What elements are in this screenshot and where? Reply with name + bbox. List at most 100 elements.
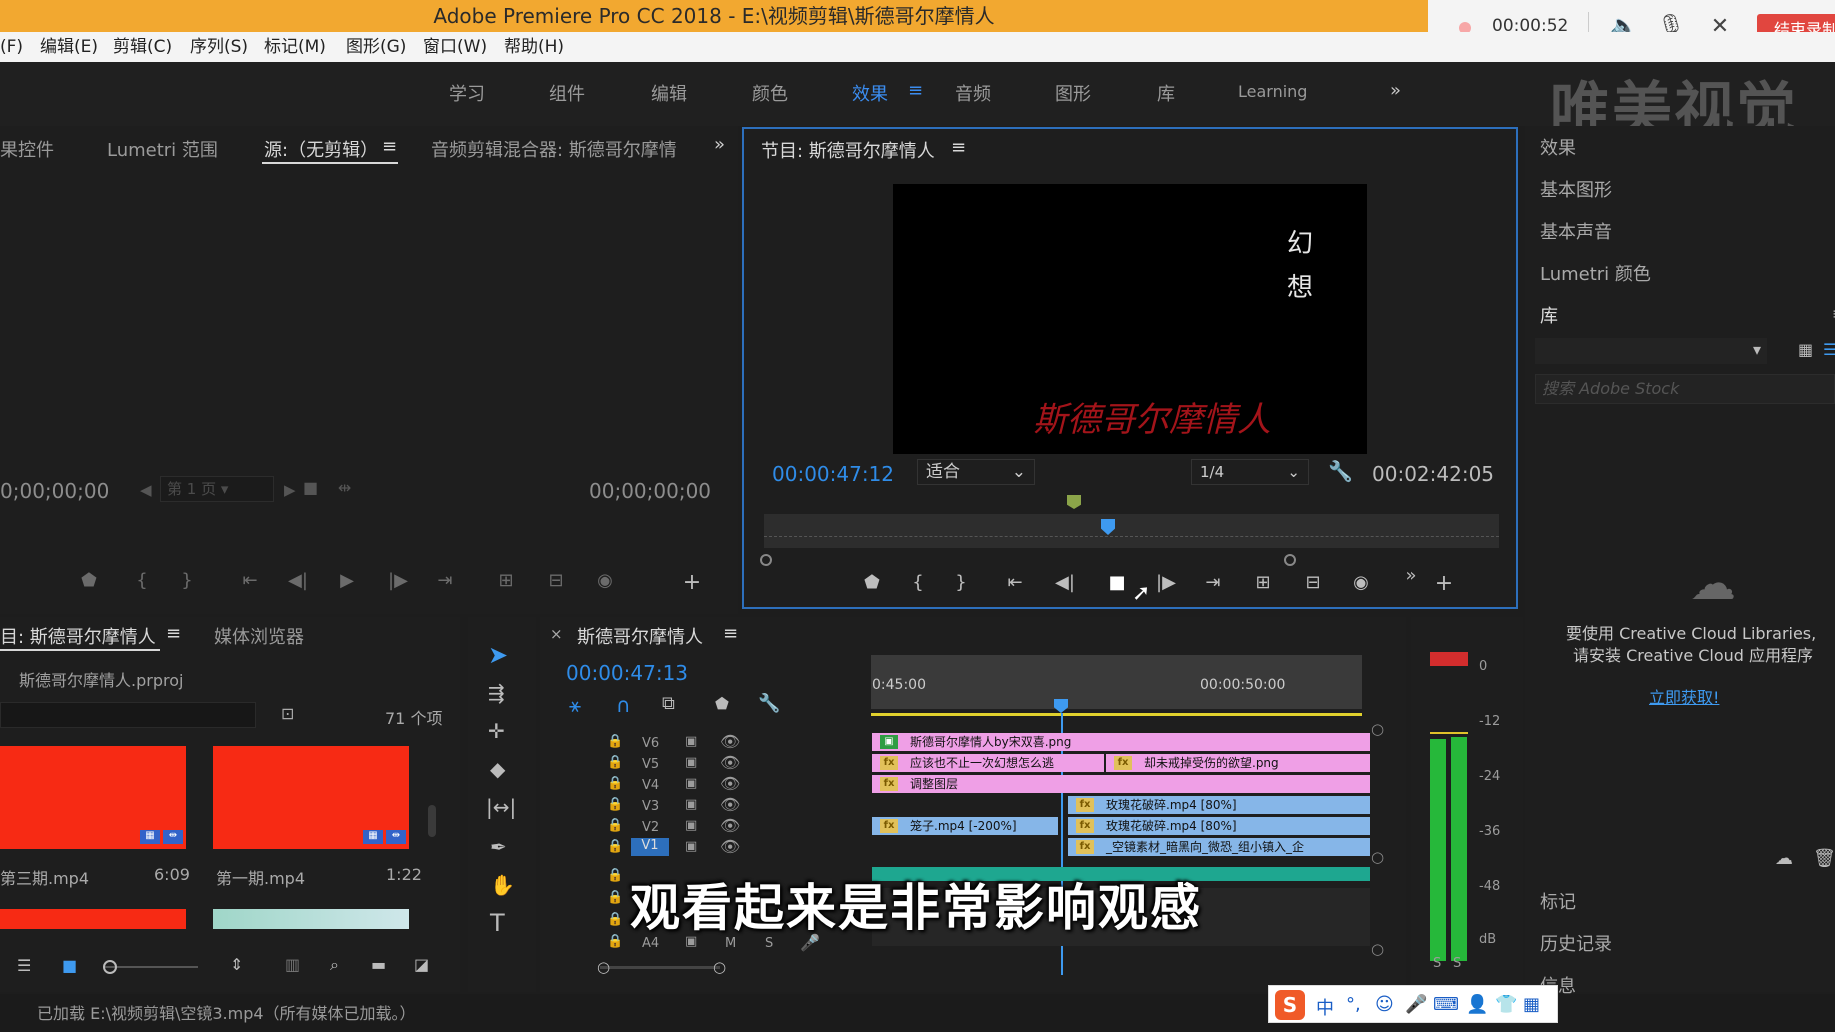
timeline-zoom-bar[interactable] (600, 966, 720, 969)
resolution-dropdown[interactable]: 1/4 ⌄ (1191, 459, 1309, 485)
fit-dropdown[interactable]: 适合 ⌄ (917, 459, 1035, 485)
visibility-eye-icon[interactable]: 👁 (720, 795, 740, 814)
clip-v3[interactable]: fx 玫瑰花破碎.mp4 [80%] (1068, 796, 1370, 814)
icon-view-icon[interactable]: ■ (62, 956, 77, 975)
panel-effects[interactable]: 效果 (1540, 134, 1576, 160)
mark-out-icon[interactable]: } (172, 570, 202, 591)
library-dropdown[interactable]: ▾ (1535, 338, 1767, 364)
export-frame-icon[interactable]: ◉ (1346, 572, 1376, 593)
zoom-handle-left[interactable]: ○ (597, 958, 610, 976)
track-scroll-handle[interactable]: ○ (1371, 940, 1384, 958)
sync-icon[interactable]: ▣ (685, 797, 697, 812)
tab-source[interactable]: 源:（无剪辑） (264, 136, 378, 162)
panel-essential-sound[interactable]: 基本声音 (1540, 218, 1612, 244)
nest-toggle-icon[interactable]: ⚹ (569, 693, 581, 717)
lock-icon[interactable]: 🔒 (607, 890, 623, 905)
thumbnail-item-3[interactable] (0, 909, 186, 929)
track-select-tool-icon[interactable]: ⇶ (488, 681, 505, 705)
add-marker-icon[interactable]: ⬟ (857, 572, 887, 593)
timeline-timecode[interactable]: 00:00:47:13 (566, 661, 688, 685)
go-to-out-icon[interactable]: ⇥ (1198, 572, 1228, 593)
work-area-bar[interactable] (871, 713, 1362, 716)
automate-icon[interactable]: ▥ (285, 955, 300, 974)
workspace-tab-learning[interactable]: Learning (1238, 82, 1307, 101)
zoom-handle-right[interactable] (1284, 554, 1296, 566)
solo-left-button[interactable]: S (1433, 956, 1441, 971)
insert-icon[interactable]: ⊞ (491, 570, 521, 591)
mark-in-icon[interactable]: { (127, 570, 157, 591)
grid-view-icon[interactable]: ▦ (1798, 340, 1813, 359)
marker-icon[interactable] (1067, 495, 1081, 509)
new-bin-icon[interactable]: ▬ (371, 955, 386, 974)
menu-edit[interactable]: 编辑(E) (40, 32, 98, 62)
timeline-ruler[interactable] (871, 655, 1362, 709)
go-to-in-icon[interactable]: ⇤ (1000, 572, 1030, 593)
stop-icon[interactable]: ■ (1102, 572, 1132, 593)
lock-icon[interactable]: 🔒 (607, 868, 623, 883)
find-icon[interactable]: ⊡ (281, 704, 294, 723)
clip-v1[interactable]: fx _空镜素材_暗黑向_微恐_组小镇入_企 (1068, 838, 1370, 856)
step-forward-icon[interactable]: |▶ (383, 570, 413, 591)
ime-mode[interactable]: 中 (1316, 994, 1334, 1020)
tab-audio-clip-mixer[interactable]: 音频剪辑混合器: 斯德哥尔摩情 (431, 136, 686, 162)
go-to-in-icon[interactable]: ⇤ (235, 570, 265, 591)
workspace-tab-audio[interactable]: 音频 (955, 80, 991, 106)
source-timecode[interactable]: 0;00;00;00 (0, 479, 109, 503)
play-icon[interactable]: ▶ (332, 570, 362, 591)
program-time-ruler[interactable] (764, 514, 1499, 548)
program-title[interactable]: 节目: 斯德哥尔摩情人 (761, 137, 935, 163)
thumbnail-item-4[interactable] (213, 909, 409, 929)
trash-icon[interactable]: 🗑 (1813, 848, 1835, 869)
step-back-icon[interactable]: ◀| (283, 570, 313, 591)
sort-icon[interactable]: ⇕ (230, 955, 243, 974)
slip-tool-icon[interactable]: |↔| (486, 795, 516, 819)
button-overflow-icon[interactable]: » (1396, 565, 1426, 586)
tab-lumetri-scopes[interactable]: Lumetri 范围 (107, 136, 218, 162)
zoom-slider[interactable] (103, 966, 198, 968)
lock-icon[interactable]: 🔒 (607, 776, 623, 791)
sync-icon[interactable]: ▣ (685, 755, 697, 770)
sync-icon[interactable]: ▣ (685, 818, 697, 833)
sync-icon[interactable]: ▣ (685, 776, 697, 791)
mark-out-icon[interactable]: } (946, 572, 976, 593)
panel-overflow-icon[interactable]: » (714, 134, 725, 155)
user-icon[interactable]: 👤 (1466, 994, 1488, 1015)
tab-media-browser[interactable]: 媒体浏览器 (214, 623, 304, 649)
list-view-icon[interactable]: ☰ (17, 956, 31, 975)
lock-icon[interactable]: 🔒 (607, 797, 623, 812)
program-menu-icon[interactable]: ≡ (951, 137, 966, 158)
razor-tool-icon[interactable]: ◆ (490, 757, 505, 781)
zoom-slider-handle[interactable] (103, 960, 117, 974)
clip-v6[interactable]: ▣ 斯德哥尔摩情人by宋双喜.png (872, 733, 1370, 751)
step-forward-icon[interactable]: |▶ (1151, 572, 1181, 593)
workspace-menu-icon[interactable]: ≡ (908, 80, 923, 101)
workspace-tab-learn[interactable]: 学习 (449, 80, 485, 106)
keyboard-icon[interactable]: ⌨ (1433, 994, 1459, 1015)
sync-icon[interactable]: ▣ (685, 734, 697, 749)
ime-toolbar[interactable]: S 中 °, ☺ 🎤 ⌨ 👤 👕 ▦ (1268, 985, 1558, 1023)
menu-help[interactable]: 帮助(H) (504, 32, 564, 62)
selection-tool-icon[interactable]: ➤ (488, 641, 508, 669)
clip-indicator[interactable] (1430, 652, 1468, 666)
export-frame-icon[interactable]: ◉ (590, 570, 620, 591)
step-back-icon[interactable]: ◀| (1050, 572, 1080, 593)
lock-icon[interactable]: 🔒 (607, 839, 623, 854)
project-menu-icon[interactable]: ≡ (166, 623, 181, 644)
solo-right-button[interactable]: S (1453, 956, 1461, 971)
scrollbar[interactable] (428, 805, 436, 837)
lift-icon[interactable]: ⊞ (1248, 572, 1278, 593)
menu-marker[interactable]: 标记(M) (264, 32, 326, 62)
add-marker-icon[interactable]: ⬟ (74, 570, 104, 591)
workspace-tab-assembly[interactable]: 组件 (549, 80, 585, 106)
hand-tool-icon[interactable]: ✋ (490, 873, 515, 897)
visibility-eye-icon[interactable]: 👁 (720, 837, 740, 856)
thumbnail-item-2[interactable]: ▦ ⇹ (213, 746, 409, 849)
tab-effect-controls[interactable]: 果控件 (0, 136, 54, 162)
new-item-icon[interactable]: ◪ (414, 955, 429, 974)
close-tab-icon[interactable]: × (550, 625, 563, 643)
toolbox-icon[interactable]: ▦ (1523, 994, 1540, 1015)
mark-in-icon[interactable]: { (903, 572, 933, 593)
timeline-title[interactable]: 斯德哥尔摩情人 (577, 623, 703, 649)
add-button-icon[interactable]: + (1429, 571, 1459, 596)
tab-menu-icon[interactable]: ≡ (382, 136, 397, 157)
